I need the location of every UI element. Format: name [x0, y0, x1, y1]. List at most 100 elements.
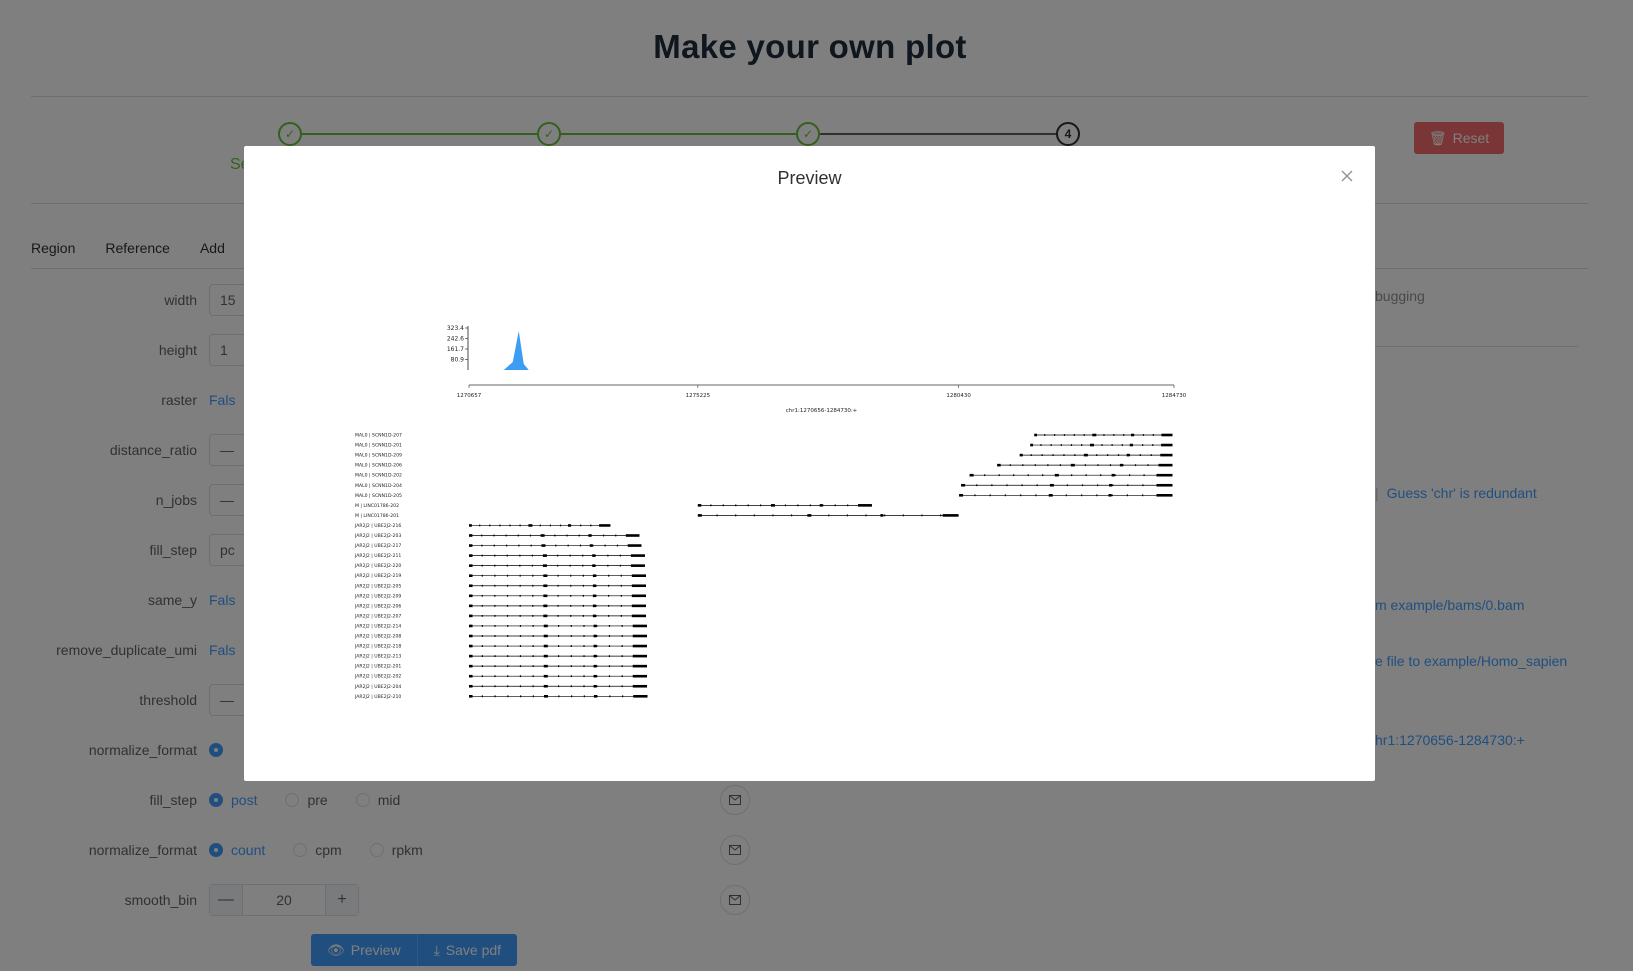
transcript-exon	[494, 635, 496, 637]
transcript-exon	[539, 524, 541, 527]
transcript-exon	[493, 534, 495, 537]
transcript-exon	[578, 534, 580, 537]
transcript-exon	[633, 615, 635, 617]
transcript-exon	[1134, 464, 1137, 467]
transcript-exon	[710, 504, 712, 507]
transcript-exon	[507, 635, 509, 637]
transcript-exon	[634, 645, 636, 647]
transcript-exon	[939, 514, 942, 517]
transcript-exon	[716, 514, 718, 517]
transcript-exon	[530, 544, 532, 547]
transcript-exon	[1034, 464, 1036, 467]
transcript-label: JAR2J2 | UBE2J2-218	[354, 644, 401, 650]
transcript-exon	[595, 604, 597, 607]
transcript-exon	[1019, 453, 1023, 457]
transcript-exon	[569, 554, 571, 557]
transcript-exon	[602, 534, 605, 537]
transcript-exon	[570, 604, 572, 607]
transcript-exon	[608, 594, 610, 597]
transcript-label: JAR2J2 | UBE2J2-217	[354, 543, 401, 549]
transcript-exon	[557, 635, 560, 637]
transcript-exon	[1152, 444, 1154, 446]
transcript-exon	[797, 504, 799, 507]
y-tick-label: 161.7	[447, 346, 464, 353]
transcript-exon	[880, 514, 884, 517]
transcript-exon	[532, 594, 534, 597]
transcript-exon	[1022, 464, 1024, 467]
transcript-exon	[1122, 464, 1124, 467]
transcript-exon	[532, 685, 534, 688]
transcript-exon	[583, 685, 585, 688]
transcript-exon	[570, 574, 572, 577]
transcript-label: JAR2J2 | UBE2J2-202	[354, 674, 401, 680]
transcript-label: JAR2J2 | UBE2J2-206	[354, 603, 401, 609]
transcript-exon	[1081, 444, 1083, 446]
transcript-exon	[469, 614, 473, 618]
transcript-exon	[1111, 473, 1115, 477]
transcript-exon	[634, 665, 636, 668]
transcript-exon	[544, 604, 547, 607]
transcript-exon	[1100, 474, 1102, 477]
transcript-exon	[506, 584, 509, 587]
transcript-exon	[1109, 464, 1112, 467]
transcript-exon	[519, 625, 522, 627]
transcript-exon	[481, 574, 483, 577]
transcript-exon	[532, 574, 534, 577]
transcript-exon	[608, 604, 610, 607]
transcript-label: MAL0 | SCNN1D-204	[355, 483, 402, 489]
transcript-exon	[1059, 464, 1061, 467]
transcript-exon	[1096, 494, 1098, 497]
transcript-exon	[481, 584, 483, 587]
transcript-exon	[784, 504, 787, 507]
transcript-exon	[583, 675, 585, 678]
transcript-exon	[629, 544, 631, 547]
transcript-exon	[632, 564, 634, 567]
transcript-exon	[570, 635, 572, 637]
transcript-label: JAR2J2 | UBE2J2-220	[354, 563, 401, 569]
transcript-exon	[557, 665, 560, 668]
transcript-exon	[570, 594, 572, 597]
transcript-exon	[570, 615, 572, 617]
transcript-exon	[1035, 494, 1037, 497]
transcript-label: JAR2J2 | UBE2J2-204	[354, 684, 401, 690]
transcript-label: JAR2J2 | UBE2J2-211	[354, 553, 401, 559]
transcript-exon	[494, 604, 496, 607]
transcript-exon	[633, 584, 635, 587]
transcript-exon	[595, 615, 597, 617]
transcript-exon	[608, 685, 611, 688]
transcript-exon	[1096, 484, 1099, 487]
transcript-exon	[556, 564, 559, 567]
transcript-exon	[519, 685, 522, 688]
transcript-exon	[532, 665, 534, 668]
transcript-exon	[545, 645, 547, 647]
transcript-exon	[604, 544, 606, 547]
transcript-exon	[1063, 434, 1066, 436]
transcript-exon	[506, 574, 509, 577]
transcript-exon	[846, 514, 849, 517]
transcript-exon	[583, 655, 585, 657]
transcript-label: M | LINC01786-201	[355, 513, 399, 519]
transcript-label: JAR2J2 | UBE2J2-201	[354, 664, 401, 670]
transcript-exon	[615, 534, 617, 537]
transcript-exon	[469, 674, 473, 678]
transcript-exon	[519, 574, 521, 577]
transcript-exon	[1161, 454, 1163, 456]
transcript-exon	[544, 574, 547, 577]
transcript-exon	[519, 524, 521, 527]
transcript-exon	[976, 484, 978, 487]
transcript-exon	[545, 675, 547, 678]
transcript-exon	[596, 625, 598, 627]
transcript-exon	[1156, 494, 1173, 497]
transcript-exon	[494, 695, 496, 698]
transcript-exon	[1121, 444, 1123, 446]
transcript-exon	[620, 604, 622, 607]
transcript-exon	[519, 554, 521, 557]
transcript-exon	[1123, 434, 1125, 436]
transcript-exon	[608, 665, 611, 668]
transcript-exon	[809, 514, 811, 517]
transcript-exon	[494, 675, 496, 678]
transcript-exon	[621, 675, 623, 678]
transcript-exon	[1074, 454, 1076, 456]
transcript-exon	[570, 584, 572, 587]
transcript-exon	[1065, 494, 1067, 497]
